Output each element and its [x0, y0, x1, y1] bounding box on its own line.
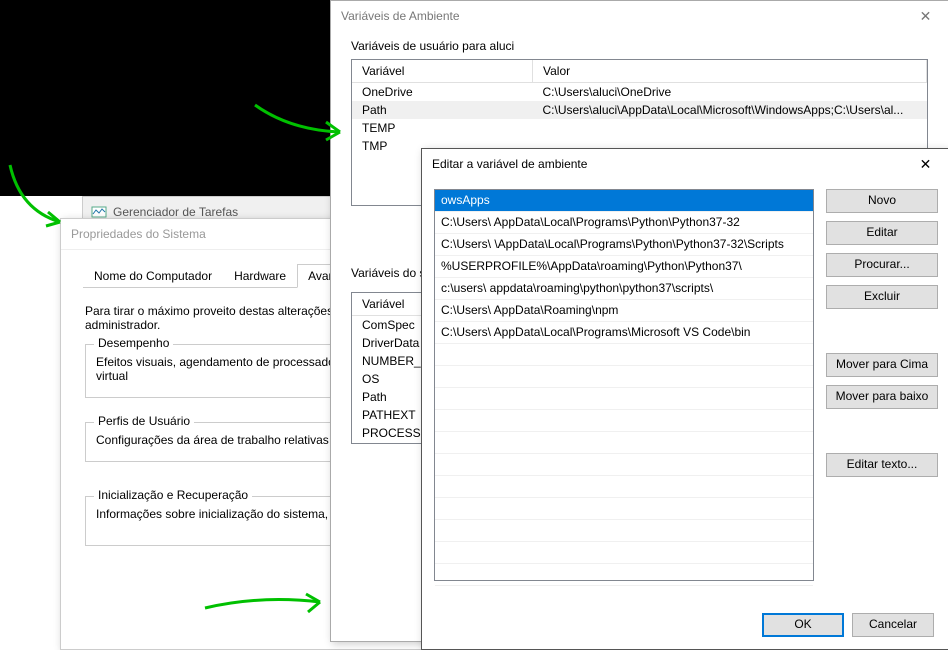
- path-titlebar: Editar a variável de ambiente ✕: [422, 149, 948, 179]
- list-item[interactable]: C:\Users\ AppData\Local\Programs\Microso…: [435, 322, 813, 344]
- path-title: Editar a variável de ambiente: [432, 149, 587, 179]
- list-item[interactable]: [435, 454, 813, 476]
- user-vars-header: Variável Valor: [352, 60, 927, 83]
- list-item[interactable]: [435, 542, 813, 564]
- close-icon[interactable]: ✕: [903, 149, 948, 179]
- list-item[interactable]: %USERPROFILE%\AppData\roaming\Python\Pyt…: [435, 256, 813, 278]
- desktop-black-area: [0, 0, 330, 196]
- new-button[interactable]: Novo: [826, 189, 938, 213]
- table-row[interactable]: OneDriveC:\Users\aluci\OneDrive: [352, 83, 927, 102]
- list-item[interactable]: C:\Users\ AppData\Local\Programs\Python\…: [435, 212, 813, 234]
- path-button-column: Novo Editar Procurar... Excluir Mover pa…: [826, 189, 936, 581]
- list-item[interactable]: [435, 476, 813, 498]
- table-row[interactable]: TEMP: [352, 119, 927, 137]
- task-manager-title: Gerenciador de Tarefas: [113, 205, 238, 219]
- col-value[interactable]: Valor: [533, 60, 927, 83]
- sysprop-title: Propriedades do Sistema: [71, 219, 206, 249]
- list-item[interactable]: [435, 498, 813, 520]
- edit-env-var-dialog: Editar a variável de ambiente ✕ owsApps …: [421, 148, 948, 650]
- cancel-button[interactable]: Cancelar: [852, 613, 934, 637]
- profiles-legend: Perfis de Usuário: [94, 414, 194, 428]
- user-vars-label: Variáveis de usuário para aluci: [351, 39, 948, 53]
- list-item[interactable]: [435, 344, 813, 366]
- path-entries-list[interactable]: owsApps C:\Users\ AppData\Local\Programs…: [434, 189, 814, 581]
- table-row[interactable]: PathC:\Users\aluci\AppData\Local\Microso…: [352, 101, 927, 119]
- edit-button[interactable]: Editar: [826, 221, 938, 245]
- list-item[interactable]: [435, 366, 813, 388]
- col-variable[interactable]: Variável: [352, 60, 533, 83]
- list-item[interactable]: [435, 520, 813, 542]
- list-item[interactable]: owsApps: [435, 190, 813, 212]
- move-up-button[interactable]: Mover para Cima: [826, 353, 938, 377]
- tab-hardware[interactable]: Hardware: [223, 264, 297, 288]
- list-item[interactable]: [435, 410, 813, 432]
- env-titlebar: Variáveis de Ambiente ✕: [331, 1, 948, 31]
- list-item[interactable]: [435, 432, 813, 454]
- browse-button[interactable]: Procurar...: [826, 253, 938, 277]
- list-item[interactable]: [435, 564, 813, 586]
- dialog-bottom-buttons: OK Cancelar: [762, 613, 934, 637]
- startup-legend: Inicialização e Recuperação: [94, 488, 252, 502]
- close-icon[interactable]: ✕: [903, 1, 948, 31]
- tab-computer-name[interactable]: Nome do Computador: [83, 264, 223, 288]
- edit-text-button[interactable]: Editar texto...: [826, 453, 938, 477]
- list-item[interactable]: [435, 388, 813, 410]
- move-down-button[interactable]: Mover para baixo: [826, 385, 938, 409]
- performance-legend: Desempenho: [94, 336, 173, 350]
- env-title: Variáveis de Ambiente: [341, 1, 460, 31]
- list-item[interactable]: C:\Users\ AppData\Roaming\npm: [435, 300, 813, 322]
- ok-button[interactable]: OK: [762, 613, 844, 637]
- list-item[interactable]: C:\Users\ \AppData\Local\Programs\Python…: [435, 234, 813, 256]
- delete-button[interactable]: Excluir: [826, 285, 938, 309]
- list-item[interactable]: c:\users\ appdata\roaming\python\python3…: [435, 278, 813, 300]
